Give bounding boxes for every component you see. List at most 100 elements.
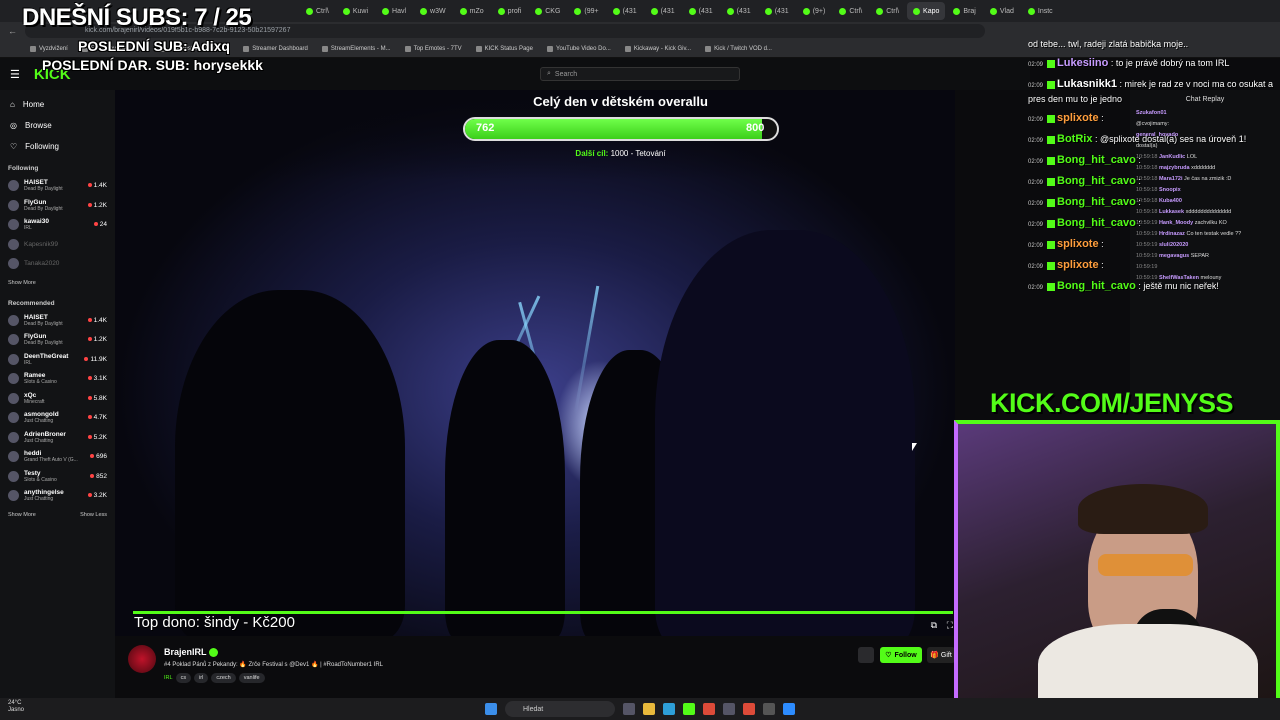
browser-tab[interactable]: Vlad [984, 2, 1020, 20]
bookmark-item[interactable]: KICK Status Page [475, 45, 533, 52]
windows-start-icon[interactable] [485, 703, 497, 715]
sidebar-channel[interactable]: HAISET Dead By Daylight 1.4K [0, 176, 115, 196]
browser-tab[interactable]: (431 [759, 2, 795, 20]
bookmark-item[interactable]: Vyzdvižení [30, 45, 68, 52]
taskbar-search[interactable]: Hledat [505, 701, 615, 717]
browser-tab[interactable]: Ctrl\ [300, 2, 335, 20]
browser-tab[interactable]: Braj [947, 2, 981, 20]
streamer-name[interactable]: BrajenIRL [164, 647, 207, 657]
sidebar-channel[interactable]: FlyGun Dead By Daylight 1.2K [0, 196, 115, 216]
kick-badge-icon [1047, 59, 1056, 68]
bookmark-item[interactable]: Kickaway - Kick Giv... [624, 45, 691, 52]
fullscreen-icon[interactable]: ⛶ [947, 620, 953, 631]
bookmark-label: Kick / Twitch VOD d... [714, 45, 772, 52]
tab-favicon-icon [913, 7, 921, 15]
channel-category: Slots & Casino [24, 476, 57, 483]
bookmark-item[interactable]: Kick / Twitch VOD d... [705, 45, 772, 52]
tag[interactable]: vanlife [238, 673, 265, 683]
browser-tab[interactable]: (431 [645, 2, 681, 20]
browser-tab[interactable]: Instc [1022, 2, 1059, 20]
video-player[interactable] [115, 90, 955, 636]
bookmark-label: KICK Status Page [484, 45, 533, 52]
channel-name: Kapesnik99 [24, 240, 58, 248]
sidebar-channel[interactable]: Testy Slots & Casino 852 [0, 467, 115, 487]
sidebar-channel[interactable]: AdrienBroner Just Chatting 5.2K [0, 428, 115, 448]
chat-time: 02:09 [1028, 138, 1044, 144]
nav-home[interactable]: ⌂ Home [0, 94, 115, 115]
sidebar-channel[interactable]: HAISET Dead By Daylight 1.4K [0, 311, 115, 331]
following-show-more[interactable]: Show More [0, 274, 115, 292]
overlay-chat-message: 02:09 Lukasnikk1 : mirek je rad ze v noci… [1028, 78, 1274, 104]
browser-tab[interactable]: profi [492, 2, 528, 20]
nav-browse[interactable]: ◎ Browse [0, 115, 115, 136]
kick-badge-icon [1047, 282, 1056, 291]
sidebar-channel[interactable]: heddi Grand Theft Auto V (G... 696 [0, 447, 115, 467]
sidebar-channel[interactable]: kawai30 IRL 24 [0, 215, 115, 235]
gift-button[interactable]: 🎁 Gift [927, 647, 955, 663]
bookmark-favicon-icon [547, 45, 553, 52]
browser-tab[interactable]: mZo [454, 2, 490, 20]
app-icon[interactable] [723, 703, 735, 715]
browser-tab[interactable]: Ctrl\ [833, 2, 868, 20]
sidebar-channel[interactable]: asmongold Just Chatting 4.7K [0, 408, 115, 428]
back-icon[interactable]: ← [8, 26, 17, 36]
browser-tab[interactable]: (9+) [797, 2, 832, 20]
channel-name: Tanaka2020 [24, 260, 60, 268]
channel-name: xQc [24, 391, 37, 399]
follow-button[interactable]: ♡ Follow [880, 647, 922, 663]
weather-widget[interactable]: 24°C Jasno [8, 700, 24, 714]
chrome-icon[interactable] [703, 703, 715, 715]
channel-name: kawai30 [24, 218, 49, 226]
browser-tab[interactable]: Kapo [907, 2, 946, 20]
app-icon[interactable] [683, 703, 695, 715]
browser-tab[interactable]: (99+ [568, 2, 604, 20]
browser-tab[interactable]: (431 [683, 2, 719, 20]
rec-show-more[interactable]: Show More [8, 512, 36, 518]
sidebar-channel[interactable]: Kapesnik99 [0, 235, 115, 255]
channel-avatar [8, 392, 19, 404]
chrome-icon[interactable] [743, 703, 755, 715]
tab-favicon-icon [688, 7, 696, 15]
goal-current: 762 [476, 122, 495, 134]
tag[interactable]: irl [194, 673, 209, 683]
bookmark-item[interactable]: StreamElements - M... [321, 45, 391, 52]
sidebar-channel[interactable]: FlyGun Dead By Daylight 1.2K [0, 330, 115, 350]
sidebar-channel[interactable]: Tanaka2020 [0, 254, 115, 274]
overlay-chat-message: 02:09 Bong_hit_cavo : [1028, 175, 1141, 187]
channel-category: Slots & Casino [24, 379, 57, 386]
browser-tab[interactable]: Havl [376, 2, 412, 20]
browser-tab[interactable]: Kuwi [337, 2, 374, 20]
bookmark-item[interactable]: Top Emotes - 7TV [404, 45, 462, 52]
task-view-icon[interactable] [623, 703, 635, 715]
edge-icon[interactable] [663, 703, 675, 715]
sidebar-channel[interactable]: xQc Minecraft 5.8K [0, 389, 115, 409]
channel-avatar [8, 373, 19, 385]
nav-following[interactable]: ♡ Following [0, 136, 115, 157]
sidebar-channel[interactable]: anythingelse Just Chatting 3.2K [0, 486, 115, 506]
search-input[interactable]: ⌕ Search [540, 67, 740, 81]
menu-icon[interactable]: ☰ [10, 68, 20, 81]
chat-text: @splixote dostal(a) ses na úroveň 1! [1099, 134, 1247, 144]
viewer-count: 852 [90, 473, 107, 480]
file-explorer-icon[interactable] [643, 703, 655, 715]
bookmark-item[interactable]: Streamer Dashboard [243, 45, 308, 52]
tag[interactable]: czech [211, 673, 236, 683]
bookmark-item[interactable]: YouTube Video Do... [547, 45, 611, 52]
browser-tab[interactable]: Ctrl\ [870, 2, 905, 20]
streamer-avatar[interactable] [128, 645, 156, 673]
browser-tab[interactable]: (431 [607, 2, 643, 20]
soundboard-button[interactable] [858, 647, 874, 663]
sidebar-channel[interactable]: Ramee Slots & Casino 3.1K [0, 369, 115, 389]
sunglasses [1098, 554, 1193, 576]
sidebar-channel[interactable]: DeenTheGreat IRL 11.9K [0, 350, 115, 370]
obs-icon[interactable] [763, 703, 775, 715]
browser-tab[interactable]: CKG [529, 2, 566, 20]
category-link[interactable]: IRL [164, 673, 173, 683]
theater-mode-icon[interactable]: ⧉ [931, 620, 937, 631]
browser-tab[interactable]: (431 [721, 2, 757, 20]
tag[interactable]: cs [175, 673, 192, 683]
browser-tab[interactable]: w3W [414, 2, 452, 20]
app-icon[interactable] [783, 703, 795, 715]
viewer-count: 3.1K [88, 375, 107, 382]
rec-show-less[interactable]: Show Less [80, 512, 107, 518]
